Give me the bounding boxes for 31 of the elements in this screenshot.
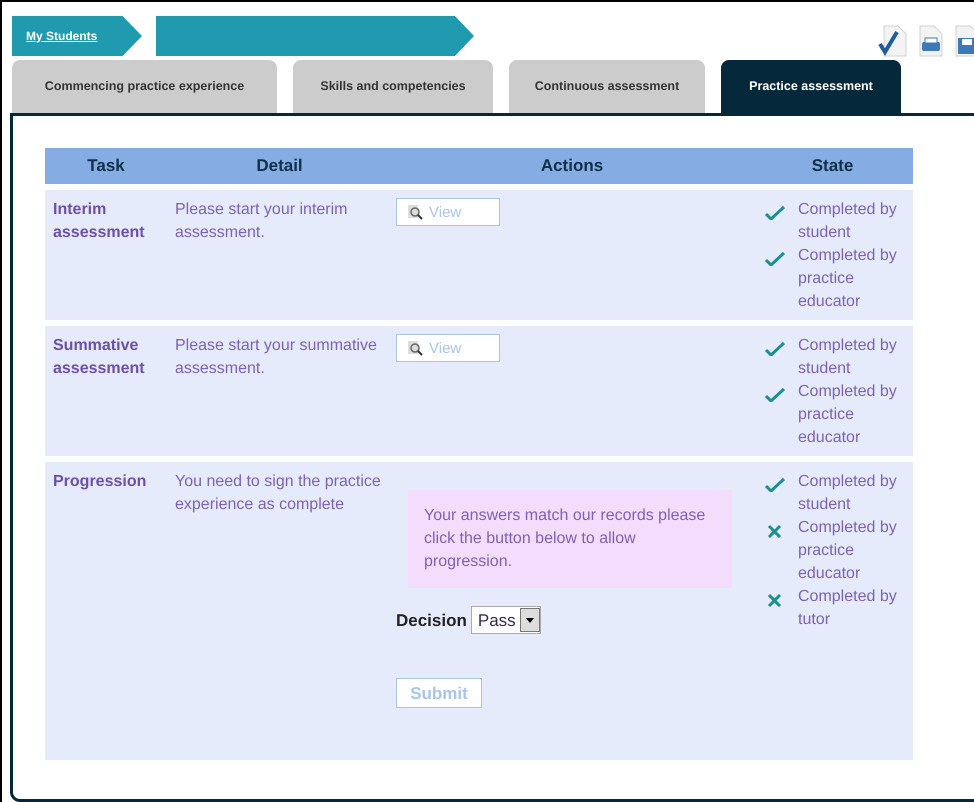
detail-cell-text: You need to sign the practice experience as complete [174,472,382,515]
detail-cell-text: Please start your summative assessment. [174,336,378,379]
progression-message: Your answers match our records please click the button below to allow progression. [408,490,732,588]
column-header: State [810,155,854,178]
state-text: Completed by practice educator [798,382,898,448]
state-text: Completed by tutor [798,587,898,630]
state-text: Completed by practice educator [798,246,898,312]
magnifier-icon [407,340,423,356]
state-text: Completed by student [798,200,898,243]
state-text: Completed by student [798,472,898,515]
check-icon [764,388,786,402]
tab[interactable]: Skills and competencies [293,60,493,113]
task-cell-text: Summative assessment [52,336,146,379]
task-cell-text: Progression [52,472,148,492]
tab[interactable]: Continuous assessment [509,60,705,113]
decision-label: Decision [396,610,467,632]
tab[interactable]: Commencing practice experience [12,60,277,113]
detail-cell-text: Please start your interim assessment. [174,200,349,243]
state-text: Completed by practice educator [798,518,898,584]
column-header: Detail [255,155,304,178]
check-icon [764,478,786,492]
check-icon [764,342,786,356]
column-header: Actions [540,155,604,178]
tab[interactable]: Practice assessment [721,60,901,113]
column-header: Task [86,155,126,178]
check-icon [764,252,786,266]
check-icon [764,206,786,220]
state-text: Completed by student [798,336,898,379]
task-cell-text: Interim assessment [52,200,146,243]
magnifier-icon [407,204,423,220]
decision-select[interactable]: Pass [470,606,541,634]
